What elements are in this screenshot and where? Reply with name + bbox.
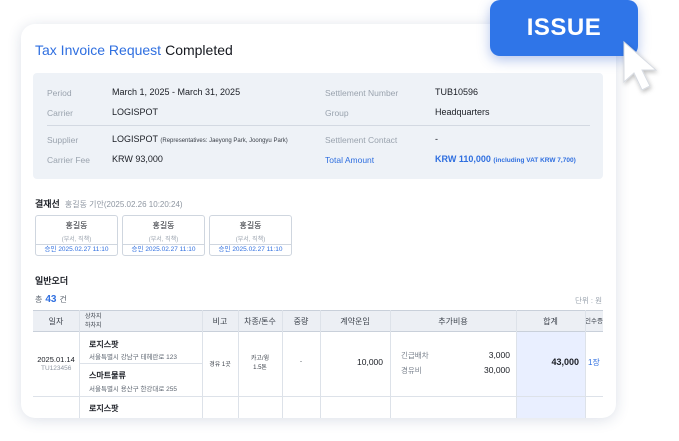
- col-header-unloading: 하차지: [85, 323, 102, 329]
- count-prefix: 총: [35, 295, 43, 304]
- orders-section-title: 일반오더: [35, 276, 69, 286]
- extra-cost-label: 긴급배차: [401, 351, 429, 360]
- period-label: Period: [47, 88, 72, 98]
- approver-name: 홍길동: [65, 221, 88, 230]
- group-value: Headquarters: [435, 107, 490, 117]
- col-header-loading: 상차지: [85, 314, 102, 320]
- approver-card[interactable]: 홍길동 (부서, 직책) 승인 2025.02.27 11:10: [35, 215, 118, 256]
- col-header-weight: 중량: [293, 317, 309, 326]
- orders-table: 일자 상차지 하차지 비고 차종/톤수 중량 계약운임 추가비용 합계 인수증 …: [33, 310, 603, 418]
- column-divider: [79, 310, 80, 418]
- receipt-link[interactable]: 1장: [588, 357, 600, 368]
- col-header-vehicle: 차종/톤수: [244, 317, 276, 326]
- unloading-place-address: 서울특별시 용산구 한강대로 255: [89, 386, 178, 393]
- period-value: March 1, 2025 - March 31, 2025: [112, 87, 241, 97]
- table-header: 일자 상차지 하차지 비고 차종/톤수 중량 계약운임 추가비용 합계 인수증: [33, 310, 603, 332]
- row-order-code: TU123456: [41, 365, 72, 372]
- approver-name: 홍길동: [239, 221, 262, 230]
- issue-button[interactable]: ISSUE: [490, 0, 638, 56]
- col-header-extra: 추가비용: [438, 317, 468, 326]
- loading-place-name: 로지스팟: [89, 340, 119, 349]
- row-vehicle-type: 카고/윙: [250, 356, 270, 362]
- page-title-highlight: Tax Invoice Request: [35, 42, 162, 58]
- supplier-label: Supplier: [47, 135, 79, 145]
- row-vehicle-tonnage: 1.5톤: [253, 365, 267, 371]
- extra-cost-amount: 30,000: [484, 365, 510, 375]
- extra-cost-amount: 3,000: [488, 350, 510, 360]
- row-note: 경유 1곳: [209, 362, 231, 368]
- page-title-status: Completed: [165, 42, 233, 58]
- carrier-label: Carrier: [47, 108, 73, 118]
- row-date: 2025.01.14: [37, 355, 75, 364]
- row-freight: 10,000: [357, 357, 383, 367]
- supplier-value: LOGISPOT (Representatives: Jaeyong Park,…: [112, 134, 288, 144]
- approver-role: (부서, 직책): [61, 237, 92, 243]
- approval-stamp: 승인 2025.02.27 11:10: [123, 244, 204, 255]
- settlement-summary-panel: Period March 1, 2025 - March 31, 2025 Se…: [33, 73, 603, 179]
- row-total: 43,000: [551, 357, 579, 367]
- row-weight: -: [300, 359, 302, 365]
- invoice-request-card: Tax Invoice Request Completed Period Marc…: [21, 24, 616, 418]
- total-amount-number: KRW 110,000: [435, 154, 491, 164]
- settlement-contact-label: Settlement Contact: [325, 135, 398, 145]
- extra-cost-label: 경유비: [401, 366, 422, 375]
- group-label: Group: [325, 108, 349, 118]
- carrier-value: LOGISPOT: [112, 107, 159, 117]
- col-header-receipt: 인수증: [585, 318, 603, 325]
- count-number: 43: [45, 294, 57, 305]
- total-amount-vat-note: (including VAT KRW 7,700): [493, 157, 576, 164]
- carrier-fee-value: KRW 93,000: [112, 154, 163, 164]
- col-header-note: 비고: [212, 317, 228, 326]
- col-header-total: 합계: [543, 317, 558, 326]
- approval-line-title: 결재선: [35, 199, 60, 209]
- total-amount-label: Total Amount: [325, 155, 375, 165]
- approver-role: (부서, 직책): [148, 237, 179, 243]
- approver-card[interactable]: 홍길동 (부서, 직책) 승인 2025.02.27 11:10: [122, 215, 205, 256]
- approver-name: 홍길동: [152, 221, 175, 230]
- approver-role: (부서, 직책): [235, 237, 266, 243]
- loading-place-address: 서울특별시 강남구 테헤란로 123: [89, 354, 178, 361]
- settlement-number-value: TUB10596: [435, 87, 479, 97]
- carrier-fee-label: Carrier Fee: [47, 155, 90, 165]
- approval-line-subtitle: 홍길동 기안(2025.02.26 10:20:24): [64, 200, 183, 209]
- row-divider: [33, 396, 603, 397]
- page-title: Tax Invoice Request Completed: [35, 42, 233, 58]
- col-header-date: 일자: [48, 317, 64, 326]
- approver-card[interactable]: 홍길동 (부서, 직책) 승인 2025.02.27 11:10: [209, 215, 292, 256]
- col-header-freight: 계약운임: [340, 317, 370, 326]
- summary-divider: [47, 125, 590, 126]
- total-amount-value: KRW 110,000 (including VAT KRW 7,700): [435, 154, 576, 164]
- orders-count: 총 43 건: [35, 294, 67, 305]
- approval-stamp: 승인 2025.02.27 11:10: [210, 244, 291, 255]
- loading-place-name: 로지스팟: [89, 404, 119, 413]
- supplier-name: LOGISPOT: [112, 134, 158, 144]
- settlement-number-label: Settlement Number: [325, 88, 399, 98]
- column-divider: [585, 310, 586, 418]
- settlement-contact-value: -: [435, 134, 438, 144]
- approval-line-header: 결재선 홍길동 기안(2025.02.26 10:20:24): [35, 197, 183, 210]
- approval-stamp: 승인 2025.02.27 11:10: [36, 244, 117, 255]
- supplier-note: (Representatives: Jaeyong Park, Joongyu …: [160, 138, 288, 144]
- unit-label: 단위 : 원: [575, 296, 602, 305]
- sub-row-divider: [79, 363, 202, 364]
- total-column-highlight: [516, 332, 585, 418]
- unloading-place-name: 스마트물류: [89, 371, 126, 380]
- column-divider: [390, 310, 391, 418]
- count-suffix: 건: [59, 295, 67, 304]
- mouse-pointer-icon: [623, 40, 658, 91]
